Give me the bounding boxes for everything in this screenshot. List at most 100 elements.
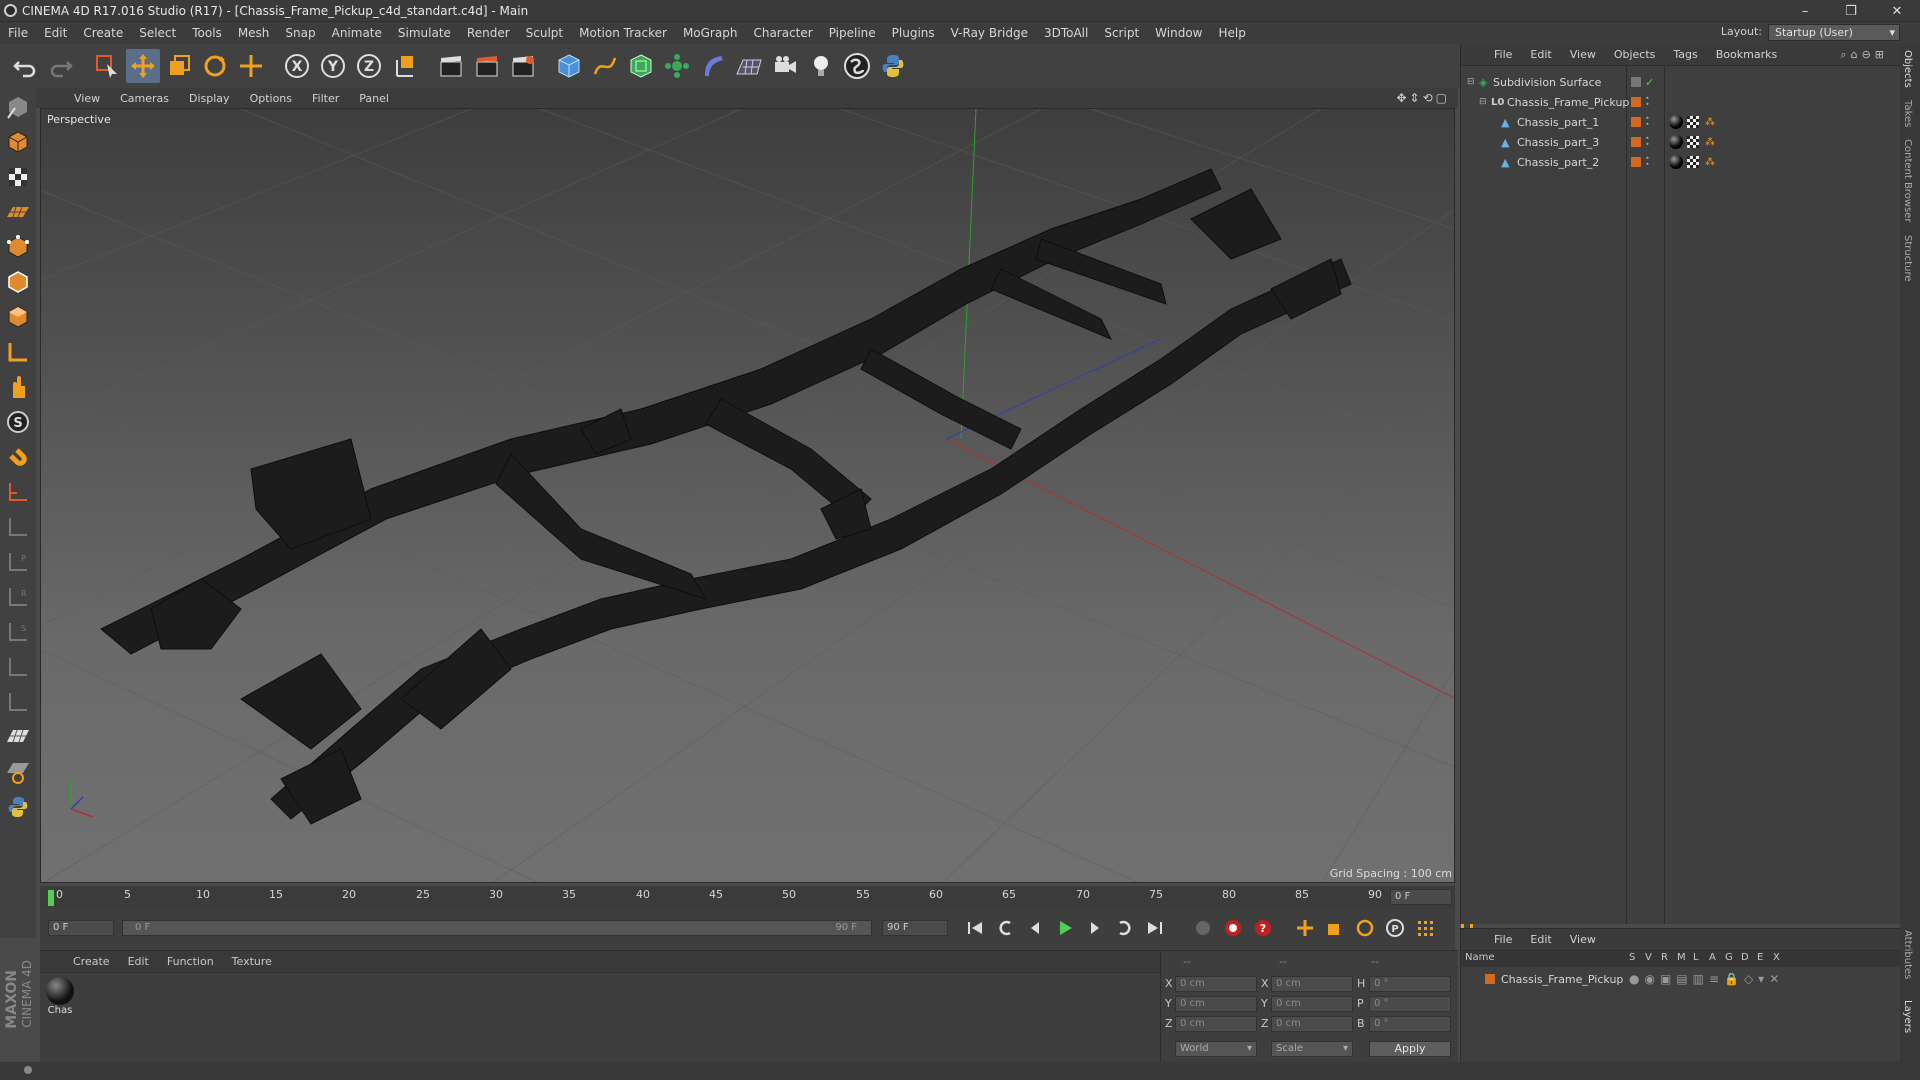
search-icon[interactable]: ⌕⌂⊖⊞ — [1840, 48, 1888, 62]
object-row[interactable]: ▲ Chassis_part_2 • • ⁂ — [1461, 152, 1901, 172]
objects-menu-bookmarks[interactable]: Bookmarks — [1707, 48, 1786, 61]
menu-window[interactable]: Window — [1147, 26, 1210, 40]
material-menu-texture[interactable]: Texture — [223, 955, 281, 968]
previous-frame-button[interactable] — [1022, 915, 1048, 941]
current-frame-field[interactable]: 0 F — [1390, 889, 1452, 905]
position-y-field[interactable]: 0 cm — [1175, 996, 1257, 1012]
objects-menu-edit[interactable]: Edit — [1521, 48, 1560, 61]
coordinate-space-dropdown[interactable]: World ▾ — [1175, 1041, 1257, 1057]
position-x-field[interactable]: 0 cm — [1175, 976, 1257, 992]
rotate-tool-button[interactable] — [198, 49, 232, 83]
spline-pen-button[interactable] — [588, 49, 622, 83]
points-mode-button[interactable] — [2, 231, 34, 263]
play-button[interactable] — [1052, 915, 1078, 941]
texture-mode-button[interactable] — [2, 161, 34, 193]
record-keyframes-button[interactable] — [1190, 915, 1216, 941]
rotation-p-field[interactable]: 0 ° — [1369, 996, 1451, 1012]
menu-help[interactable]: Help — [1210, 26, 1253, 40]
end-frame-field[interactable]: 90 F — [882, 920, 948, 936]
deformer-button[interactable] — [696, 49, 730, 83]
vray-button[interactable] — [840, 49, 874, 83]
planar-workplane-button[interactable]: P — [2, 546, 34, 578]
go-to-start-button[interactable] — [962, 915, 988, 941]
objects-menu-view[interactable]: View — [1561, 48, 1605, 61]
uvw-tag-icon[interactable] — [1687, 156, 1699, 168]
model-mode-button[interactable] — [2, 126, 34, 158]
y-axis-lock-button[interactable]: Y — [316, 49, 350, 83]
visibility-dots-icon[interactable]: • • — [1645, 115, 1650, 129]
tab-content-browser[interactable]: Content Browser — [1900, 133, 1915, 228]
redo-button[interactable] — [44, 49, 78, 83]
tab-structure[interactable]: Structure — [1900, 229, 1915, 288]
menu-file[interactable]: File — [0, 26, 36, 40]
collapse-icon[interactable]: ⊟ — [1479, 97, 1487, 107]
tab-objects[interactable]: Objects — [1900, 44, 1915, 94]
viewport-menu-cameras[interactable]: Cameras — [110, 92, 179, 105]
camera-button[interactable] — [768, 49, 802, 83]
visibility-dots-icon[interactable]: • • — [1645, 155, 1650, 169]
live-selection-button[interactable] — [90, 49, 124, 83]
layout-dropdown[interactable]: Startup (User) ▾ — [1768, 24, 1900, 41]
coordinate-system-button[interactable] — [388, 49, 422, 83]
autokeying-button[interactable] — [1220, 915, 1246, 941]
tweak-mode-button[interactable] — [2, 371, 34, 403]
menu-simulate[interactable]: Simulate — [390, 26, 459, 40]
workplane-settings-button[interactable] — [2, 686, 34, 718]
material-tag-icon[interactable] — [1669, 135, 1683, 149]
workplane-mode-button[interactable] — [2, 196, 34, 228]
objects-menu-tags[interactable]: Tags — [1664, 48, 1706, 61]
menu-edit[interactable]: Edit — [36, 26, 75, 40]
floor-button[interactable] — [732, 49, 766, 83]
x-axis-lock-button[interactable]: X — [280, 49, 314, 83]
restore-icon[interactable]: ❐ — [1828, 0, 1874, 22]
position-key-button[interactable] — [1292, 915, 1318, 941]
scale-key-button[interactable] — [1322, 915, 1348, 941]
viewport-navigation-icons[interactable]: ✥⇕⟲▢ — [1396, 91, 1450, 105]
solo-button[interactable]: S — [2, 406, 34, 438]
tab-attributes[interactable]: Attributes — [1900, 924, 1915, 985]
material-menu-function[interactable]: Function — [158, 955, 223, 968]
viewport-menu-display[interactable]: Display — [179, 92, 240, 105]
material-swatch[interactable]: Chas — [44, 977, 76, 1025]
size-z-field[interactable]: 0 cm — [1271, 1016, 1353, 1032]
collapse-icon[interactable]: ⊟ — [1467, 77, 1475, 87]
viewport-menu-panel[interactable]: Panel — [349, 92, 399, 105]
menu-script[interactable]: Script — [1096, 26, 1147, 40]
transform-tool-button[interactable] — [234, 49, 268, 83]
menu-render[interactable]: Render — [459, 26, 518, 40]
point-level-key-button[interactable] — [1412, 915, 1438, 941]
material-tag-icon[interactable] — [1669, 115, 1683, 129]
objects-menu-objects[interactable]: Objects — [1605, 48, 1665, 61]
menu-mograph[interactable]: MoGraph — [675, 26, 746, 40]
close-icon[interactable]: ✕ — [1874, 0, 1920, 22]
layers-menu-edit[interactable]: Edit — [1521, 933, 1560, 946]
workplane-axis-button[interactable] — [2, 476, 34, 508]
layers-menu-view[interactable]: View — [1561, 933, 1605, 946]
cube-primitive-button[interactable] — [552, 49, 586, 83]
previous-key-button[interactable] — [992, 915, 1018, 941]
layer-toggle-icons[interactable]: ●◉▣▤▥≡🔒◇▾✕ — [1629, 972, 1784, 986]
object-row[interactable]: ⊟ L0 Chassis_Frame_Pickup • • — [1461, 92, 1901, 112]
rotation-h-field[interactable]: 0 ° — [1369, 976, 1451, 992]
enable-snap-button[interactable] — [2, 441, 34, 473]
render-view-button[interactable] — [434, 49, 468, 83]
tab-layers[interactable]: Layers — [1900, 994, 1915, 1039]
render-settings-button[interactable] — [506, 49, 540, 83]
grid-button[interactable] — [2, 721, 34, 753]
objects-menu-file[interactable]: File — [1485, 48, 1521, 61]
start-frame-field[interactable]: 0 F — [48, 920, 114, 936]
material-tag-icon[interactable] — [1669, 155, 1683, 169]
make-editable-button[interactable] — [2, 91, 34, 123]
move-tool-button[interactable] — [126, 49, 160, 83]
size-y-field[interactable]: 0 cm — [1271, 996, 1353, 1012]
position-z-field[interactable]: 0 cm — [1175, 1016, 1257, 1032]
uvw-tag-icon[interactable] — [1687, 116, 1699, 128]
selection-tag-icon[interactable]: ⁂ — [1705, 157, 1715, 168]
object-row[interactable]: ▲ Chassis_part_1 • • ⁂ — [1461, 112, 1901, 132]
edges-mode-button[interactable] — [2, 266, 34, 298]
menu-snap[interactable]: Snap — [277, 26, 323, 40]
menu-pipeline[interactable]: Pipeline — [821, 26, 884, 40]
apply-button[interactable]: Apply — [1369, 1041, 1451, 1057]
menu-sculpt[interactable]: Sculpt — [518, 26, 571, 40]
next-frame-button[interactable] — [1082, 915, 1108, 941]
